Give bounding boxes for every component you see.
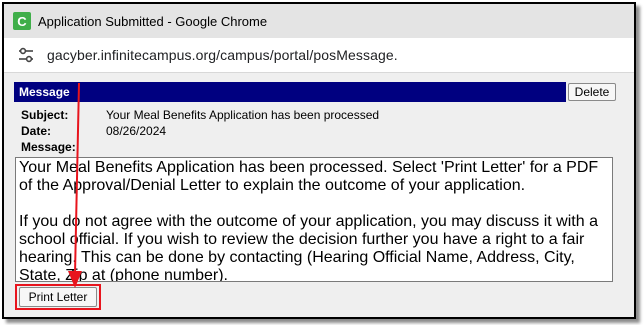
delete-button[interactable]: Delete	[568, 83, 616, 101]
app-icon: C	[13, 12, 31, 30]
site-settings-icon[interactable]	[17, 46, 35, 64]
subject-value: Your Meal Benefits Application has been …	[106, 108, 380, 122]
date-label: Date:	[21, 124, 52, 138]
window-title: Application Submitted - Google Chrome	[38, 13, 268, 29]
print-letter-highlight-box	[15, 284, 101, 310]
title-bar: C Application Submitted - Google Chrome	[4, 4, 634, 38]
url-text[interactable]: gacyber.infinitecampus.org/campus/portal…	[47, 47, 398, 63]
page-content: Message Delete Subject: Your Meal Benefi…	[4, 73, 634, 317]
browser-window: C Application Submitted - Google Chrome …	[2, 2, 636, 319]
subject-label: Subject:	[21, 108, 69, 122]
message-label: Message:	[21, 140, 76, 154]
message-header: Message	[14, 82, 566, 102]
address-bar[interactable]: gacyber.infinitecampus.org/campus/portal…	[4, 38, 634, 73]
message-paragraph-2: If you do not agree with the outcome of …	[19, 213, 598, 282]
date-value: 08/26/2024	[106, 124, 167, 138]
message-body: Your Meal Benefits Application has been …	[15, 157, 613, 282]
message-paragraph-1: Your Meal Benefits Application has been …	[19, 159, 599, 194]
